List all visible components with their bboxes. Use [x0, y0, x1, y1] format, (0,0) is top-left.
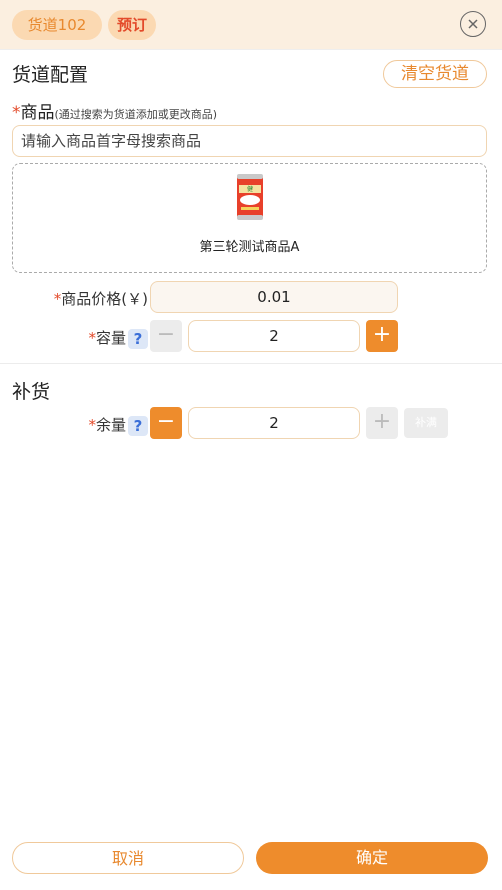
- remaining-increase-button[interactable]: +: [366, 407, 398, 439]
- required-mark: *: [12, 103, 21, 123]
- remaining-decrease-button[interactable]: −: [150, 407, 182, 439]
- header-bar: 货道102 预订: [0, 0, 502, 50]
- reserve-tag: 预订: [108, 10, 156, 40]
- section-divider: [0, 363, 502, 364]
- price-field[interactable]: 0.01: [150, 281, 398, 313]
- required-mark: *: [88, 416, 96, 434]
- channel-tag: 货道102: [12, 10, 102, 40]
- selected-product-card[interactable]: 健 第三轮测试商品A: [12, 163, 487, 273]
- required-mark: *: [88, 329, 96, 347]
- cancel-button[interactable]: 取消: [12, 842, 244, 874]
- svg-text:健: 健: [247, 185, 253, 193]
- capacity-label-text: 容量: [95, 329, 126, 347]
- remaining-help-icon[interactable]: ?: [128, 415, 148, 436]
- capacity-decrease-button[interactable]: −: [150, 320, 182, 352]
- product-hint: (通过搜索为货道添加或更改商品): [54, 108, 218, 121]
- fill-up-button[interactable]: 补满: [404, 408, 448, 438]
- product-label-text: 商品: [20, 103, 55, 123]
- close-icon: [468, 19, 478, 29]
- close-button[interactable]: [460, 11, 486, 37]
- price-label: *商品价格(￥): [40, 288, 148, 309]
- price-label-text: 商品价格(￥): [61, 290, 148, 308]
- remaining-label-text: 余量: [95, 416, 126, 434]
- confirm-button[interactable]: 确定: [256, 842, 488, 874]
- capacity-help-icon[interactable]: ?: [128, 328, 148, 349]
- capacity-field[interactable]: 2: [188, 320, 360, 352]
- selected-product-name: 第三轮测试商品A: [199, 240, 300, 255]
- clear-channel-button[interactable]: 清空货道: [383, 60, 487, 88]
- product-label: *商品(通过搜索为货道添加或更改商品): [12, 98, 217, 123]
- capacity-label: *容量?: [40, 327, 148, 349]
- config-section-title: 货道配置: [12, 64, 89, 86]
- product-search-input[interactable]: 请输入商品首字母搜索商品: [12, 125, 487, 157]
- product-image: 健: [237, 174, 263, 220]
- remaining-label: *余量?: [40, 414, 148, 436]
- restock-section-title: 补货: [12, 381, 51, 403]
- capacity-increase-button[interactable]: +: [366, 320, 398, 352]
- remaining-field[interactable]: 2: [188, 407, 360, 439]
